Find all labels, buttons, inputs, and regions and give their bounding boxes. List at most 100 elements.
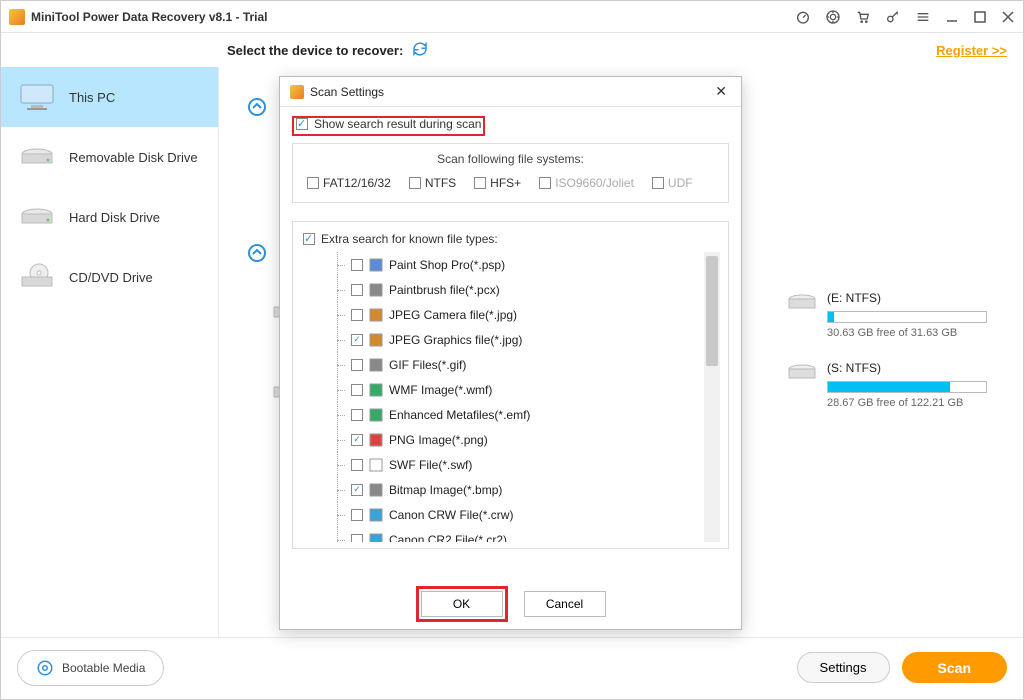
cancel-button[interactable]: Cancel	[524, 591, 606, 617]
sidebar: This PC Removable Disk Drive Hard Disk D…	[1, 67, 219, 637]
highlight-show-result: Show search result during scan	[292, 116, 485, 136]
tree-line	[333, 402, 345, 427]
filetype-checkbox[interactable]	[351, 309, 363, 321]
filetype-node[interactable]: ✓PNG Image(*.png)	[333, 427, 720, 452]
sidebar-item-label: CD/DVD Drive	[69, 270, 153, 285]
filetype-label: Paint Shop Pro(*.psp)	[389, 258, 505, 272]
support-icon[interactable]	[825, 9, 841, 25]
filetype-checkbox[interactable]	[351, 284, 363, 296]
fs-label: NTFS	[425, 176, 456, 190]
volume-name: (S: NTFS)	[827, 361, 987, 375]
tree-line	[333, 302, 345, 327]
footer: Bootable Media Settings Scan	[1, 637, 1023, 697]
sidebar-item-this-pc[interactable]: This PC	[1, 67, 218, 127]
dialog-icon	[290, 85, 304, 99]
filetype-checkbox[interactable]: ✓	[351, 484, 363, 496]
sidebar-item-hard-disk[interactable]: Hard Disk Drive	[1, 187, 218, 247]
filetype-node[interactable]: SWF File(*.swf)	[333, 452, 720, 477]
fs-checkbox[interactable]	[307, 177, 319, 189]
sidebar-item-label: Removable Disk Drive	[69, 150, 198, 165]
filetype-icon	[369, 433, 383, 447]
app-icon	[9, 9, 25, 25]
filetype-label: WMF Image(*.wmf)	[389, 383, 492, 397]
fs-checkbox[interactable]	[474, 177, 486, 189]
settings-button[interactable]: Settings	[797, 652, 890, 683]
filetype-node[interactable]: Canon CRW File(*.crw)	[333, 502, 720, 527]
collapse-toggle-icon[interactable]	[247, 243, 267, 263]
filetype-icon	[369, 358, 383, 372]
fs-checkbox[interactable]	[409, 177, 421, 189]
extra-search-label: Extra search for known file types:	[321, 232, 498, 246]
maximize-icon[interactable]	[973, 10, 987, 24]
sidebar-item-removable[interactable]: Removable Disk Drive	[1, 127, 218, 187]
scrollbar-thumb[interactable]	[706, 256, 718, 366]
volume-item[interactable]: (S: NTFS) 28.67 GB free of 122.21 GB	[787, 361, 1019, 409]
filetype-group: Extra search for known file types: Paint…	[292, 221, 729, 549]
scan-button[interactable]: Scan	[902, 652, 1007, 683]
filetype-node[interactable]: JPEG Camera file(*.jpg)	[333, 302, 720, 327]
fs-option[interactable]: FAT12/16/32	[307, 176, 391, 190]
filetype-checkbox[interactable]	[351, 259, 363, 271]
filetype-label: Canon CRW File(*.crw)	[389, 508, 513, 522]
volume-item[interactable]: (E: NTFS) 30.63 GB free of 31.63 GB	[787, 291, 1019, 339]
filetype-checkbox[interactable]: ✓	[351, 434, 363, 446]
fs-option[interactable]: NTFS	[409, 176, 456, 190]
filetype-checkbox[interactable]	[351, 359, 363, 371]
filetype-icon	[369, 508, 383, 522]
show-result-checkbox[interactable]	[296, 118, 308, 130]
tree-line	[333, 452, 345, 477]
collapse-toggle-icon[interactable]	[247, 97, 267, 117]
filetype-node[interactable]: GIF Files(*.gif)	[333, 352, 720, 377]
filetype-icon	[369, 408, 383, 422]
filetype-node[interactable]: Enhanced Metafiles(*.emf)	[333, 402, 720, 427]
bootable-label: Bootable Media	[62, 661, 145, 675]
filetype-node[interactable]: Paintbrush file(*.pcx)	[333, 277, 720, 302]
tree-line	[333, 277, 345, 302]
filetype-icon	[369, 383, 383, 397]
fs-option[interactable]: HFS+	[474, 176, 521, 190]
filetype-node[interactable]: Canon CR2 File(*.cr2)	[333, 527, 720, 542]
filetype-checkbox[interactable]	[351, 384, 363, 396]
filetype-icon	[369, 533, 383, 543]
pc-icon	[19, 83, 55, 111]
filetype-checkbox[interactable]	[351, 534, 363, 543]
filetype-icon	[369, 258, 383, 272]
filetype-checkbox[interactable]	[351, 509, 363, 521]
refresh-icon[interactable]	[411, 40, 429, 61]
minimize-icon[interactable]	[945, 10, 959, 24]
register-link[interactable]: Register >>	[936, 43, 1007, 58]
bootable-media-button[interactable]: Bootable Media	[17, 650, 164, 686]
filetype-checkbox[interactable]: ✓	[351, 334, 363, 346]
menu-icon[interactable]	[915, 9, 931, 25]
filetype-checkbox[interactable]	[351, 459, 363, 471]
dialog-close-icon[interactable]: ✕	[711, 83, 731, 100]
filetype-node[interactable]: ✓JPEG Graphics file(*.jpg)	[333, 327, 720, 352]
select-device-label: Select the device to recover:	[227, 43, 403, 58]
disc-icon	[19, 263, 55, 291]
scrollbar[interactable]	[704, 252, 720, 542]
key-icon[interactable]	[885, 9, 901, 25]
filetype-checkbox[interactable]	[351, 409, 363, 421]
sidebar-item-cd-dvd[interactable]: CD/DVD Drive	[1, 247, 218, 307]
volume-free: 30.63 GB free of 31.63 GB	[827, 327, 987, 339]
ok-button[interactable]: OK	[421, 591, 503, 617]
fs-label: ISO9660/Joliet	[555, 176, 634, 190]
filetype-label: JPEG Camera file(*.jpg)	[389, 308, 517, 322]
fs-option: ISO9660/Joliet	[539, 176, 634, 190]
speed-icon[interactable]	[795, 9, 811, 25]
filetype-node[interactable]: Paint Shop Pro(*.psp)	[333, 252, 720, 277]
cart-icon[interactable]	[855, 9, 871, 25]
fs-checkbox	[539, 177, 551, 189]
filetype-node[interactable]: ✓Bitmap Image(*.bmp)	[333, 477, 720, 502]
filetype-label: GIF Files(*.gif)	[389, 358, 466, 372]
usage-bar	[827, 311, 987, 323]
extra-search-checkbox[interactable]	[303, 233, 315, 245]
volume-free: 28.67 GB free of 122.21 GB	[827, 397, 987, 409]
close-icon[interactable]	[1001, 10, 1015, 24]
fs-checkbox	[652, 177, 664, 189]
tree-line	[333, 252, 345, 277]
filesystem-group: Scan following file systems: FAT12/16/32…	[292, 143, 729, 203]
scan-settings-dialog: Scan Settings ✕ Show search result durin…	[279, 76, 742, 630]
sidebar-item-label: This PC	[69, 90, 115, 105]
filetype-node[interactable]: WMF Image(*.wmf)	[333, 377, 720, 402]
